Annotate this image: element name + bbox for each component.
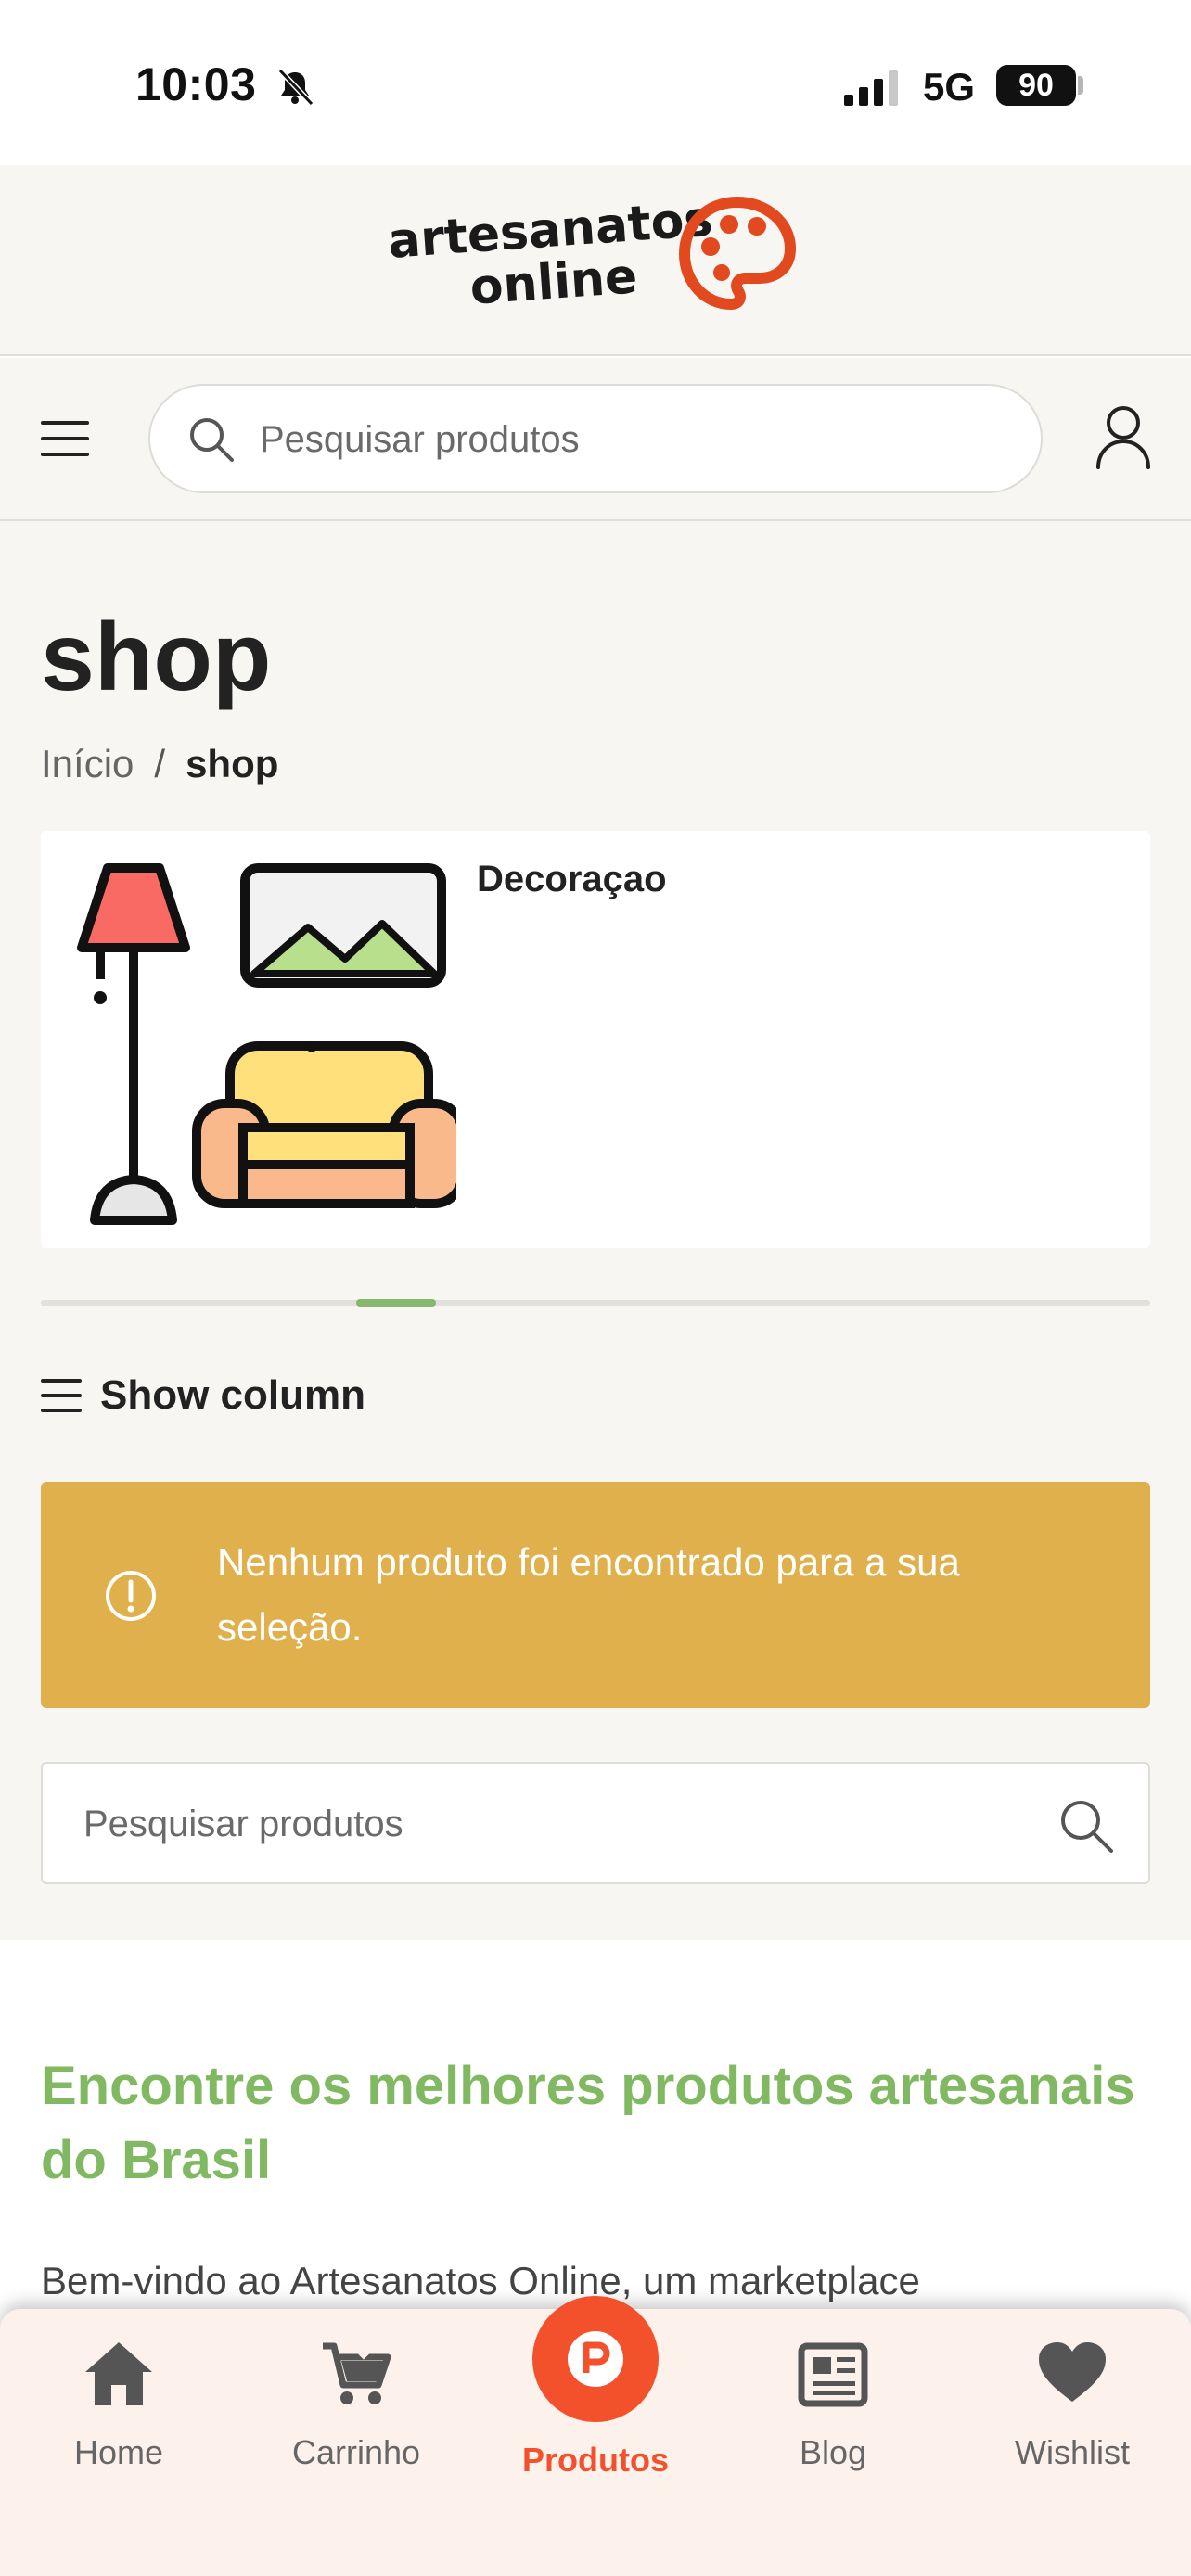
breadcrumb-home-link[interactable]: Início	[41, 742, 134, 785]
tab-label-wishlist: Wishlist	[1015, 2433, 1130, 2471]
site-logo[interactable]: artesanatos online	[386, 192, 714, 319]
breadcrumb-separator: /	[154, 742, 166, 785]
heart-icon	[1039, 2342, 1106, 2402]
search-icon	[190, 418, 234, 462]
show-column-button[interactable]: Show column	[41, 1372, 365, 1419]
no-products-notice: Nenhum produto foi encontrado para a sua…	[41, 1482, 1150, 1708]
page-title: shop	[41, 604, 272, 711]
palette-logo-icon	[679, 196, 796, 311]
breadcrumb: Início / shop	[41, 742, 278, 786]
column-menu-icon	[41, 1379, 82, 1412]
info-alert-icon	[106, 1571, 156, 1621]
tab-label-home: Home	[73, 2433, 164, 2471]
category-scrollbar[interactable]	[41, 1299, 1150, 1307]
tab-produtos[interactable]	[532, 2296, 659, 2422]
show-column-label: Show column	[100, 1372, 365, 1418]
battery-indicator: 90	[996, 65, 1076, 106]
tab-label-produtos[interactable]: Produtos	[501, 2441, 690, 2480]
tab-wishlist[interactable]: Wishlist	[970, 2337, 1174, 2485]
product-search-box[interactable]	[41, 1762, 1150, 1884]
products-icon	[568, 2331, 623, 2387]
tab-label-carrinho: Carrinho	[291, 2433, 421, 2471]
notice-message: Nenhum produto foi encontrado para a sua…	[217, 1540, 960, 1649]
living-room-decor-image	[77, 863, 456, 1225]
hamburger-menu-icon[interactable]	[41, 419, 93, 458]
tab-carrinho[interactable]: Carrinho	[254, 2337, 458, 2485]
tab-blog[interactable]: Blog	[731, 2337, 935, 2485]
user-account-icon[interactable]	[1095, 404, 1152, 469]
search-icon[interactable]	[1057, 1797, 1115, 1855]
header-search-input[interactable]	[260, 412, 1002, 467]
cell-signal-icon	[844, 70, 898, 106]
product-search-input[interactable]	[83, 1795, 974, 1853]
network-type: 5G	[923, 65, 976, 108]
section-heading: Encontre os melhores produtos artesanais…	[41, 2056, 1135, 2190]
cart-icon	[323, 2339, 391, 2404]
tab-home[interactable]: Home	[17, 2337, 221, 2485]
bell-muted-icon	[277, 68, 314, 107]
breadcrumb-current: shop	[186, 742, 279, 785]
category-scrollbar-thumb[interactable]	[356, 1299, 436, 1307]
header-search-bar[interactable]	[148, 384, 1043, 493]
category-name: Decoraçao	[477, 859, 667, 899]
home-icon	[85, 2342, 152, 2405]
newspaper-icon	[798, 2342, 868, 2407]
tab-label-blog: Blog	[799, 2433, 867, 2471]
category-card-decoracao[interactable]: Decoraçao	[41, 831, 1150, 1248]
battery-cap	[1078, 76, 1083, 95]
status-time: 10:03	[135, 58, 257, 110]
